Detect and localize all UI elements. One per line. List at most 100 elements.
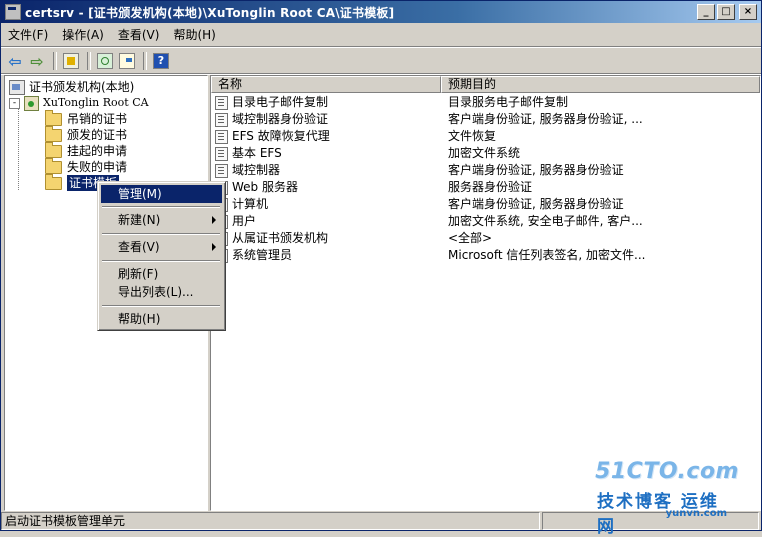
template-name: 用户 [232,214,257,228]
tree-node-root[interactable]: 证书颁发机构(本地) [9,79,134,95]
results-list-pane[interactable]: 名称 预期目的 目录电子邮件复制 目录服务电子邮件复制 域控制器身份验证 客户端… [210,75,761,511]
forward-arrow-icon: ⇨ [30,51,44,71]
submenu-arrow-icon [212,243,216,251]
template-name: 计算机 [232,197,269,211]
tree-node-failed[interactable]: 失败的申请 [45,157,128,175]
context-menu-view[interactable]: 查看(V) [101,238,222,256]
template-purpose: 客户端身份验证, 服务器身份验证 [448,163,624,177]
menu-file[interactable]: 文件(F) [1,26,55,44]
template-purpose: 客户端身份验证, 服务器身份验证, ... [448,112,643,126]
help-button[interactable]: ? [151,51,171,71]
list-header: 名称 预期目的 [211,76,760,93]
template-name: 从属证书颁发机构 [232,231,329,245]
list-item[interactable]: 基本 EFS 加密文件系统 [211,145,760,162]
export-list-button[interactable] [117,51,137,71]
list-item[interactable]: 用户 加密文件系统, 安全电子邮件, 客户... [211,213,760,230]
mmc-window: certsrv - [证书颁发机构(本地)\XuTonglin Root CA\… [0,0,762,537]
refresh-button[interactable] [95,51,115,71]
toolbar: ⇦ ⇨ ? [1,49,762,73]
template-name: Web 服务器 [232,180,298,194]
folder-icon [45,141,62,158]
close-button[interactable]: × [739,4,757,20]
template-name: 目录电子邮件复制 [232,95,329,109]
list-item[interactable]: 域控制器 客户端身份验证, 服务器身份验证 [211,162,760,179]
tree-label-revoked: 吊销的证书 [67,112,128,126]
minimize-button[interactable]: _ [697,4,715,20]
collapse-icon[interactable]: - [9,97,20,109]
tree-label-pending: 挂起的申请 [67,144,128,158]
context-menu-separator [102,233,220,235]
context-menu-separator [102,305,220,307]
template-purpose: 文件恢复 [448,129,497,143]
up-folder-icon [63,53,79,69]
watermark-url: yunvn.com [665,508,727,519]
certificate-template-icon [215,129,228,144]
ca-local-icon [9,79,25,95]
certificate-authority-icon [24,95,39,111]
context-menu-export[interactable]: 导出列表(L)... [101,283,222,301]
tree-connector [18,100,19,190]
menu-view[interactable]: 查看(V) [111,26,167,44]
tree-label-issued: 颁发的证书 [67,128,128,142]
certificate-template-icon [215,146,228,161]
status-text: 启动证书模板管理单元 [1,512,541,530]
maximize-button[interactable]: □ [717,4,735,20]
list-item[interactable]: 域控制器身份验证 客户端身份验证, 服务器身份验证, ... [211,111,760,128]
title-bar[interactable]: certsrv - [证书颁发机构(本地)\XuTonglin Root CA\… [1,1,761,23]
list-item[interactable]: 目录电子邮件复制 目录服务电子邮件复制 [211,94,760,111]
back-button[interactable]: ⇦ [5,51,25,71]
toolbar-separator [87,52,91,70]
list-item[interactable]: 系统管理员 Microsoft 信任列表签名, 加密文件... [211,247,760,264]
template-purpose: 服务器身份验证 [448,180,533,194]
folder-icon [45,125,62,142]
template-purpose: 客户端身份验证, 服务器身份验证 [448,197,624,211]
toolbar-separator [143,52,147,70]
tree-label-root: 证书颁发机构(本地) [29,80,135,94]
context-menu-new[interactable]: 新建(N) [101,211,222,229]
template-name: 域控制器 [232,163,281,177]
menu-action[interactable]: 操作(A) [55,26,111,44]
context-menu-refresh[interactable]: 刷新(F) [101,265,222,283]
certificate-template-icon [215,163,228,178]
menu-help[interactable]: 帮助(H) [166,26,222,44]
template-name: 基本 EFS [232,146,282,160]
menu-bar: 文件(F) 操作(A) 查看(V) 帮助(H) [1,25,761,45]
template-name: 系统管理员 [232,248,293,262]
context-menu-help[interactable]: 帮助(H) [101,310,222,328]
back-arrow-icon: ⇦ [8,51,22,71]
column-header-purpose[interactable]: 预期目的 [441,76,760,93]
list-item[interactable]: EFS 故障恢复代理 文件恢复 [211,128,760,145]
template-purpose: Microsoft 信任列表签名, 加密文件... [448,248,646,262]
list-item[interactable]: 从属证书颁发机构 <全部> [211,230,760,247]
template-purpose: 加密文件系统, 安全电子邮件, 客户... [448,214,643,228]
context-menu: 管理(M) 新建(N) 查看(V) 刷新(F) 导出列表(L)... 帮助(H) [97,181,226,331]
template-name: 域控制器身份验证 [232,112,329,126]
certsrv-app-icon[interactable] [5,4,21,20]
certificate-template-icon [215,95,228,110]
window-controls: _ □ × [697,4,757,20]
certificate-template-icon [215,112,228,127]
site-watermark: 51CTO.com 技术博客 运维网 yunvn.com [595,459,747,537]
context-menu-separator [102,260,220,262]
tree-node-pending[interactable]: 挂起的申请 [45,141,128,159]
column-header-name[interactable]: 名称 [211,76,441,93]
context-menu-manage[interactable]: 管理(M) [101,185,222,203]
list-item[interactable]: Web 服务器 服务器身份验证 [211,179,760,196]
tree-node-revoked[interactable]: 吊销的证书 [45,109,128,127]
up-one-level-button[interactable] [61,51,81,71]
export-list-icon [119,53,135,69]
tree-label-failed: 失败的申请 [67,160,128,174]
template-purpose: 加密文件系统 [448,146,521,160]
tree-node-issued[interactable]: 颁发的证书 [45,125,128,143]
folder-icon [45,109,62,126]
context-menu-view-label: 查看(V) [118,240,160,254]
list-item[interactable]: 计算机 客户端身份验证, 服务器身份验证 [211,196,760,213]
folder-icon [45,157,62,174]
context-menu-new-label: 新建(N) [118,213,161,227]
tree-node-ca[interactable]: - XuTonglin Root CA [9,95,149,111]
forward-button[interactable]: ⇨ [27,51,47,71]
menubar-separator [1,46,761,48]
window-title: certsrv - [证书颁发机构(本地)\XuTonglin Root CA\… [25,5,395,20]
context-menu-separator [102,206,220,208]
template-purpose: <全部> [448,231,493,245]
